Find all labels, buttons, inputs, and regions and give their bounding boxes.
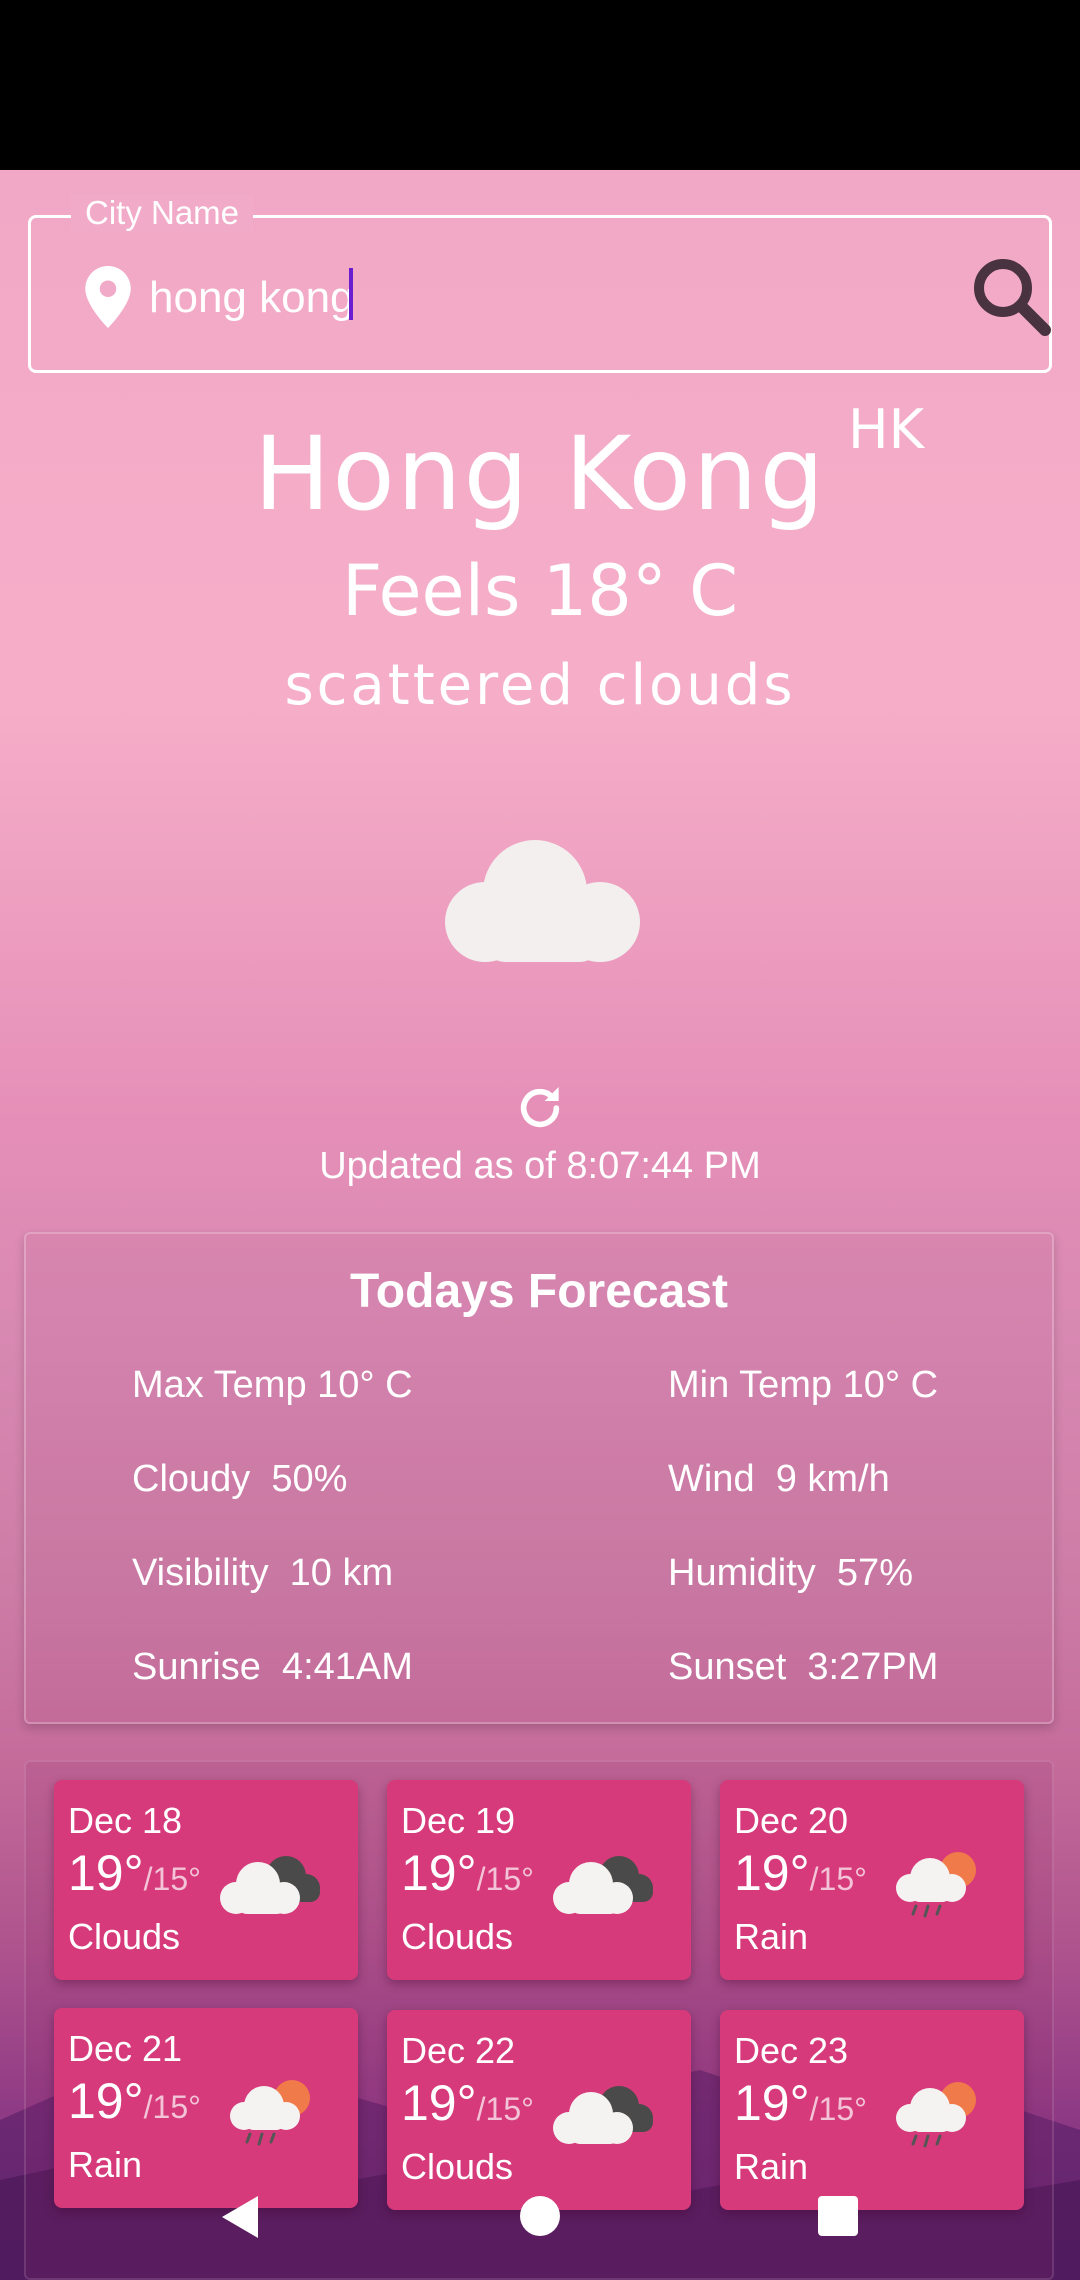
- day-temp: 19°/15°: [401, 2075, 534, 2131]
- sunrise-time: Sunrise 4:41AM: [132, 1646, 413, 1688]
- day-date: Dec 22: [401, 2030, 516, 2071]
- day-date: Dec 18: [68, 1800, 183, 1841]
- day-temp: 19°/15°: [68, 1845, 201, 1901]
- day-condition: Rain: [734, 1916, 809, 1957]
- clouds-icon: [220, 1856, 320, 1914]
- search-icon[interactable]: [971, 256, 1051, 336]
- city-input[interactable]: [149, 258, 909, 338]
- max-temp: Max Temp 10° C: [132, 1364, 413, 1406]
- weather-app: City Name Hong Kong HK Feels 18° C scatt…: [0, 170, 1080, 2280]
- cloudiness: Cloudy 50%: [132, 1458, 348, 1500]
- city-field-label: City Name: [71, 194, 254, 232]
- cloud-icon: [445, 840, 640, 962]
- day-date: Dec 23: [734, 2030, 849, 2071]
- rain-sun-icon: [896, 2082, 976, 2148]
- location-pin-icon: [85, 266, 131, 328]
- day-date: Dec 21: [68, 2028, 183, 2069]
- status-bar: [0, 0, 1080, 170]
- day-condition: Clouds: [68, 1916, 181, 1957]
- sunset-time: Sunset 3:27PM: [668, 1646, 939, 1688]
- feels-like-temp: Feels 18° C: [342, 550, 738, 632]
- min-temp: Min Temp 10° C: [668, 1364, 939, 1406]
- city-search-field[interactable]: City Name: [28, 194, 1052, 373]
- home-button[interactable]: [520, 2196, 560, 2236]
- day-forecast-card[interactable]: Dec 20 19°/15° Rain: [720, 1780, 1024, 1980]
- day-date: Dec 19: [401, 1800, 516, 1841]
- weather-description: scattered clouds: [284, 653, 796, 718]
- visibility: Visibility 10 km: [132, 1552, 394, 1594]
- text-caret: [349, 268, 353, 320]
- day-date: Dec 20: [734, 1800, 849, 1841]
- todays-forecast-card: Todays Forecast Max Temp 10° C Min Temp …: [24, 1232, 1054, 1724]
- rain-sun-icon: [896, 1852, 976, 1918]
- wind-speed: Wind 9 km/h: [668, 1458, 890, 1500]
- system-nav-bar: [0, 2180, 1080, 2280]
- recent-apps-button[interactable]: [818, 2196, 858, 2236]
- day-temp: 19°/15°: [68, 2073, 201, 2129]
- day-temp: 19°/15°: [734, 2075, 867, 2131]
- day-forecast-card[interactable]: Dec 18 19°/15° Clouds: [54, 1780, 358, 1980]
- todays-forecast-title: Todays Forecast: [350, 1265, 728, 1318]
- rain-sun-icon: [230, 2080, 310, 2146]
- clouds-icon: [553, 2086, 653, 2144]
- day-condition: Clouds: [401, 1916, 514, 1957]
- day-temp: 19°/15°: [734, 1845, 867, 1901]
- updated-time: Updated as of 8:07:44 PM: [319, 1145, 761, 1187]
- country-code: HK: [848, 398, 925, 461]
- day-forecast-card[interactable]: Dec 19 19°/15° Clouds: [387, 1780, 691, 1980]
- clouds-icon: [553, 1856, 653, 1914]
- refresh-icon[interactable]: [512, 1080, 568, 1136]
- back-icon[interactable]: [218, 2194, 262, 2240]
- humidity: Humidity 57%: [668, 1552, 913, 1594]
- day-forecast-card[interactable]: Dec 21 19°/15° Rain: [54, 2008, 358, 2208]
- day-temp: 19°/15°: [401, 1845, 534, 1901]
